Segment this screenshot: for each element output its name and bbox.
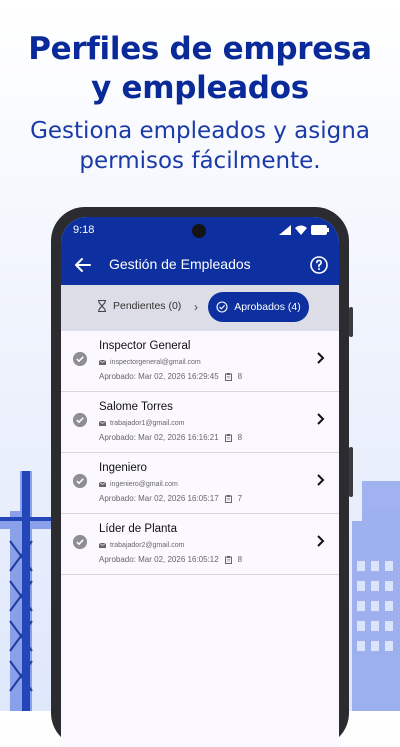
wifi-icon [295,225,307,235]
employee-email: ingeniero@gmail.com [99,481,178,488]
battery-icon [311,225,329,235]
tab-pendientes[interactable]: Pendientes (0) [97,300,181,312]
chevron-right-icon: › [194,300,198,314]
employee-permission-count: 8 [237,555,243,564]
clipboard-icon [224,372,232,381]
mail-icon [99,543,106,548]
signal-icon [279,225,291,235]
phone-side-button [349,307,353,337]
employee-email-text: trabajador2@gmail.com [110,542,185,549]
employee-meta: Aprobado: Mar 02, 2026 16:05:17 7 [99,494,242,503]
tab-aprobados[interactable]: Aprobados (4) [208,292,309,322]
app-bar: Gestión de Empleados [61,245,339,285]
employee-name: Líder de Planta [99,523,178,535]
mail-icon [99,360,106,365]
approved-check-icon [73,413,87,427]
phone-side-button [349,447,353,497]
employee-approved-date: Aprobado: Mar 02, 2026 16:29:45 [99,372,219,381]
hero-subtitle-line1: Gestiona empleados y asigna [30,118,370,144]
employee-name: Inspector General [99,340,191,352]
hourglass-icon [98,300,106,312]
employee-email: inspectorgeneral@gmail.com [99,359,201,366]
employee-name: Salome Torres [99,401,173,413]
camera-notch [192,224,206,238]
check-circle-icon [216,301,228,313]
phone-frame: 9:18 Gestión de Empleados Pendientes (0)… [51,207,353,747]
phone-screen: 9:18 Gestión de Empleados Pendientes (0)… [61,217,339,747]
status-icons [279,225,329,235]
employee-row[interactable]: Líder de Planta trabajador2@gmail.com Ap… [61,514,339,575]
employee-permission-count: 8 [237,433,243,442]
employee-permission-count: 7 [237,494,243,503]
hero-subtitle-line2: permisos fácilmente. [79,148,321,174]
employee-email: trabajador1@gmail.com [99,420,184,427]
employee-name: Ingeniero [99,462,147,474]
approved-check-icon [73,474,87,488]
page-title: Gestión de Empleados [109,256,251,272]
employee-meta: Aprobado: Mar 02, 2026 16:16:21 8 [99,433,242,442]
employee-approved-date: Aprobado: Mar 02, 2026 16:05:17 [99,494,219,503]
status-tabs: Pendientes (0) › Aprobados (4) [61,285,339,331]
chevron-right-icon[interactable] [315,412,325,426]
employee-email: trabajador2@gmail.com [99,542,184,549]
approved-check-icon [73,352,87,366]
employee-meta: Aprobado: Mar 02, 2026 16:29:45 8 [99,372,242,381]
tab-pendientes-label: Pendientes (0) [113,300,182,312]
employee-email-text: trabajador1@gmail.com [110,420,185,427]
employee-email-text: ingeniero@gmail.com [110,481,178,488]
status-bar: 9:18 [61,217,339,245]
chevron-right-icon[interactable] [315,534,325,548]
status-time: 9:18 [73,224,95,236]
employee-approved-date: Aprobado: Mar 02, 2026 16:05:12 [99,555,219,564]
hero-title: Perfiles de empresa y empleados [0,30,400,108]
employee-row[interactable]: Ingeniero ingeniero@gmail.com Aprobado: … [61,453,339,514]
hero-subtitle: Gestiona empleados y asigna permisos fác… [0,116,400,176]
chevron-right-icon[interactable] [315,473,325,487]
clipboard-icon [224,494,232,503]
hero: Perfiles de empresa y empleados Gestiona… [0,30,400,176]
clipboard-icon [224,433,232,442]
hero-title-line2: y empleados [91,70,309,106]
employee-row[interactable]: Salome Torres trabajador1@gmail.com Apro… [61,392,339,453]
employee-list: Inspector General inspectorgeneral@gmail… [61,331,339,575]
chevron-right-icon[interactable] [315,351,325,365]
help-circle-icon[interactable] [307,253,331,277]
employee-meta: Aprobado: Mar 02, 2026 16:05:12 8 [99,555,242,564]
mail-icon [99,482,106,487]
employee-row[interactable]: Inspector General inspectorgeneral@gmail… [61,331,339,392]
hero-title-line1: Perfiles de empresa [28,31,372,67]
employee-permission-count: 8 [237,372,243,381]
arrow-left-icon[interactable] [71,253,95,277]
mail-icon [99,421,106,426]
clipboard-icon [224,555,232,564]
employee-approved-date: Aprobado: Mar 02, 2026 16:16:21 [99,433,219,442]
approved-check-icon [73,535,87,549]
employee-email-text: inspectorgeneral@gmail.com [110,359,201,366]
tab-aprobados-label: Aprobados (4) [234,301,301,313]
